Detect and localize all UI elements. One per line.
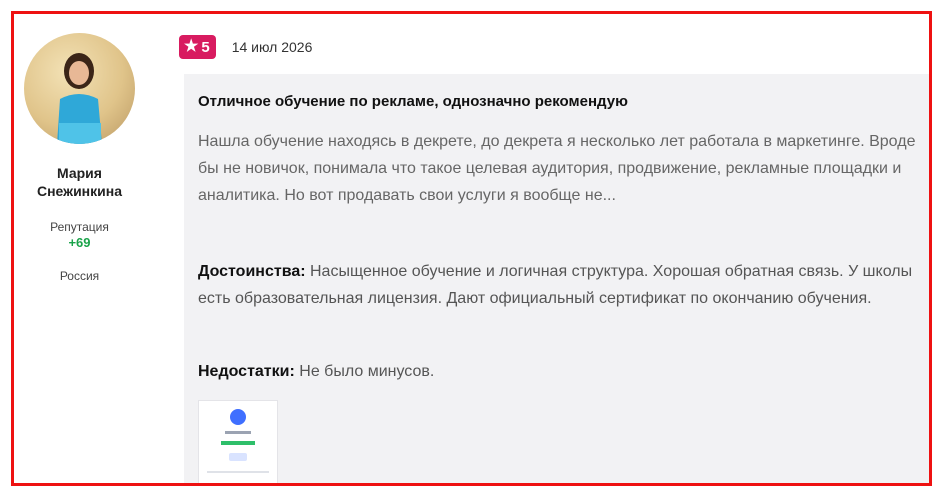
author-name[interactable]: Мария Снежинкина	[14, 164, 145, 200]
reputation-value: +69	[68, 235, 91, 250]
review-card: Мария Снежинкина Репутация +69 Россия ★ …	[11, 11, 932, 486]
review-body: Отличное обучение по рекламе, однозначно…	[184, 74, 929, 483]
pros-label: Достоинства:	[198, 263, 306, 280]
pros-text: Насыщенное обучение и логичная структура…	[198, 263, 913, 307]
rating-value: 5	[201, 38, 210, 56]
cons-label: Недостатки:	[198, 363, 295, 380]
star-icon: ★	[184, 38, 199, 55]
avatar[interactable]	[24, 33, 135, 144]
reputation-label: Репутация	[50, 220, 109, 234]
review-pros: Достоинства: Насыщенное обучение и логич…	[198, 258, 923, 312]
thumbnail-line	[221, 441, 255, 445]
author-country: Россия	[59, 269, 100, 283]
thumbnail-line	[207, 471, 269, 473]
thumbnail-line	[225, 431, 251, 434]
cons-text: Не было минусов.	[299, 363, 435, 380]
review-cons: Недостатки: Не было минусов.	[198, 358, 923, 385]
review-text: Нашла обучение находясь в декрете, до де…	[198, 133, 916, 204]
rating-badge: ★ 5	[179, 35, 216, 59]
image-thumbnail-icon	[230, 409, 246, 425]
thumbnail-button-shape	[229, 453, 247, 461]
review-meta: ★ 5 14 июл 2026	[179, 34, 312, 60]
review-title: Отличное обучение по рекламе, однозначно…	[198, 93, 628, 110]
author-panel: Мария Снежинкина Репутация +69 Россия	[14, 14, 169, 483]
review-date: 14 июл 2026	[231, 39, 313, 55]
attachment-thumbnail[interactable]	[198, 400, 278, 483]
